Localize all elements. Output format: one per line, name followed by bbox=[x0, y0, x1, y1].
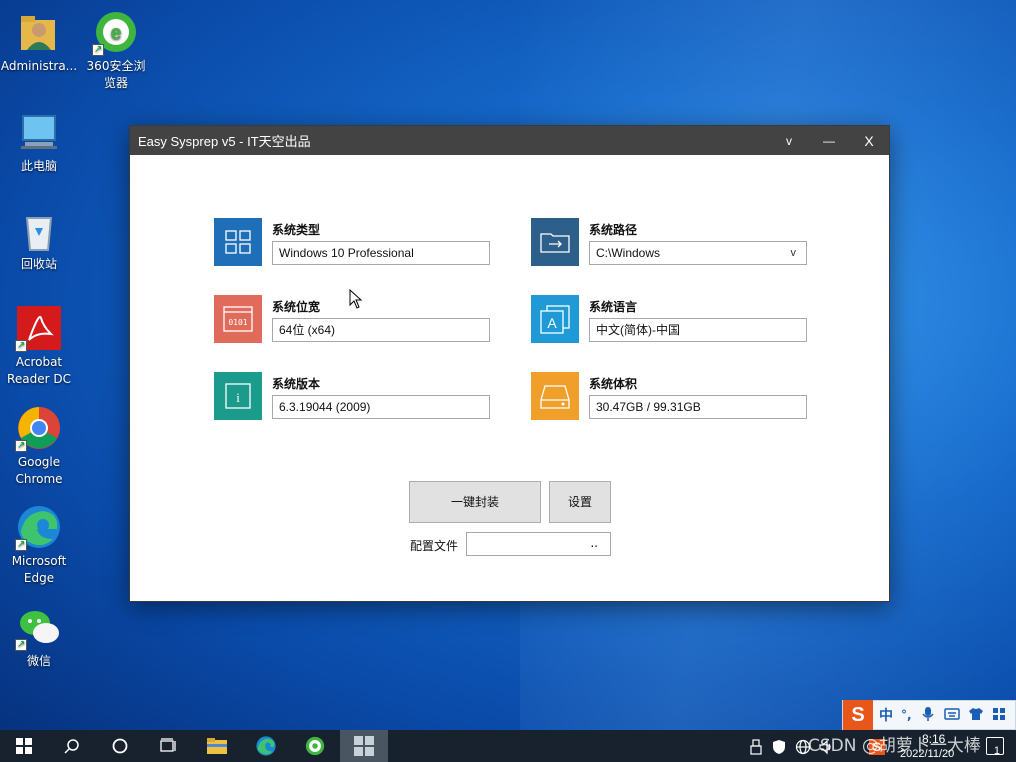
window-titlebar[interactable]: Easy Sysprep v5 - IT天空出品 v — X bbox=[130, 126, 889, 155]
shortcut-arrow-icon bbox=[15, 437, 27, 454]
desktop-icon-administrator[interactable]: Administra... bbox=[0, 8, 78, 75]
skin-shirt-icon[interactable] bbox=[968, 707, 984, 724]
svg-text:0101: 0101 bbox=[228, 318, 247, 327]
desktop-icon-label: Google Chrome bbox=[15, 455, 63, 486]
wechat-icon bbox=[15, 603, 63, 653]
taskbar-easy-sysprep[interactable] bbox=[340, 730, 388, 762]
sogou-logo-icon[interactable]: S bbox=[843, 700, 873, 730]
shortcut-arrow-icon bbox=[15, 536, 27, 553]
windows-logo-icon bbox=[16, 738, 32, 754]
microphone-icon[interactable] bbox=[921, 706, 934, 725]
cortana-circle-icon bbox=[112, 738, 128, 754]
easy-sysprep-window: Easy Sysprep v5 - IT天空出品 v — X 系统类型 Wind… bbox=[129, 125, 890, 602]
csdn-watermark: CSDN @胡萝卜一大棒 bbox=[808, 736, 981, 756]
desktop-icon-360-browser[interactable]: e 360安全浏览器 bbox=[77, 8, 155, 92]
360-browser-icon: e bbox=[92, 8, 140, 58]
desktop-icon-wechat[interactable]: 微信 bbox=[0, 603, 78, 670]
ime-toolbar[interactable]: S 中 °, bbox=[842, 700, 1016, 730]
browse-button[interactable]: .. bbox=[590, 536, 598, 550]
info-icon: i bbox=[214, 372, 262, 420]
desktop-icon-this-pc[interactable]: 此电脑 bbox=[0, 108, 78, 175]
system-version-field[interactable]: 6.3.19044 (2009) bbox=[272, 395, 490, 419]
system-bitness-label: 系统位宽 bbox=[272, 300, 321, 314]
notification-center-button[interactable]: 1 bbox=[986, 737, 1004, 757]
desktop-icon-label: 360安全浏览器 bbox=[86, 59, 146, 90]
desktop-icon-edge[interactable]: Microsoft Edge bbox=[0, 503, 78, 587]
computer-icon bbox=[15, 108, 63, 156]
tiles-icon bbox=[214, 218, 262, 266]
settings-button[interactable]: 设置 bbox=[549, 481, 611, 523]
minimize-button[interactable]: — bbox=[809, 134, 849, 148]
shortcut-arrow-icon bbox=[15, 636, 27, 653]
desktop-icon-recycle-bin[interactable]: 回收站 bbox=[0, 206, 78, 273]
keyboard-icon[interactable] bbox=[943, 707, 960, 723]
folder-arrow-icon bbox=[531, 218, 579, 266]
desktop-icon-label: 微信 bbox=[26, 654, 51, 668]
shortcut-arrow-icon bbox=[92, 41, 104, 58]
desktop-icon-label: Acrobat Reader DC bbox=[7, 355, 71, 386]
search-icon bbox=[64, 739, 79, 754]
system-path-label: 系统路径 bbox=[589, 223, 638, 237]
system-language-label: 系统语言 bbox=[589, 300, 638, 314]
360-browser-icon bbox=[305, 736, 325, 756]
disk-icon bbox=[531, 372, 579, 420]
system-size-label: 系统体积 bbox=[589, 377, 638, 391]
start-button[interactable] bbox=[0, 730, 48, 762]
svg-text:e: e bbox=[110, 22, 121, 44]
system-bitness-field[interactable]: 64位 (x64) bbox=[272, 318, 490, 342]
notification-count-badge: 1 bbox=[993, 745, 1000, 757]
ime-punctuation-toggle[interactable]: °, bbox=[901, 708, 912, 722]
taskbar-edge[interactable] bbox=[242, 730, 290, 762]
toolbox-grid-icon[interactable] bbox=[992, 707, 1006, 724]
system-language-field[interactable]: 中文(简体)-中国 bbox=[589, 318, 807, 342]
config-file-input[interactable]: .. bbox=[466, 532, 611, 556]
search-button[interactable] bbox=[48, 730, 96, 762]
close-button[interactable]: X bbox=[849, 133, 889, 149]
desktop-icon-label: 此电脑 bbox=[20, 159, 57, 173]
menu-dropdown-button[interactable]: v bbox=[769, 134, 809, 148]
svg-text:A: A bbox=[547, 315, 557, 331]
shortcut-arrow-icon bbox=[15, 337, 27, 354]
edge-icon bbox=[15, 503, 63, 553]
desktop-icon-label: Administra... bbox=[0, 59, 78, 73]
security-shield-icon[interactable] bbox=[772, 739, 786, 755]
recycle-bin-icon bbox=[15, 206, 63, 254]
task-view-icon bbox=[160, 738, 176, 752]
desktop-icon-label: Microsoft Edge bbox=[11, 554, 67, 585]
config-file-label: 配置文件 bbox=[410, 539, 459, 553]
acrobat-icon bbox=[15, 304, 63, 354]
desktop-icon-chrome[interactable]: Google Chrome bbox=[0, 404, 78, 488]
taskbar-360-browser[interactable] bbox=[291, 730, 339, 762]
edge-icon bbox=[256, 736, 276, 756]
chevron-down-icon[interactable]: v bbox=[791, 242, 797, 264]
system-size-field[interactable]: 30.47GB / 99.31GB bbox=[589, 395, 807, 419]
taskbar-file-explorer[interactable] bbox=[193, 730, 241, 762]
desktop-icon-acrobat[interactable]: Acrobat Reader DC bbox=[0, 304, 78, 388]
desktop-icon-label: 回收站 bbox=[20, 257, 57, 271]
language-icon: A bbox=[531, 295, 579, 343]
file-explorer-icon bbox=[207, 738, 227, 754]
system-version-label: 系统版本 bbox=[272, 377, 321, 391]
task-view-button[interactable] bbox=[144, 730, 192, 762]
usb-device-icon[interactable] bbox=[750, 739, 762, 755]
system-path-value: C:\Windows bbox=[596, 246, 661, 260]
easy-sysprep-icon bbox=[354, 736, 374, 756]
one-click-seal-button[interactable]: 一键封装 bbox=[409, 481, 541, 523]
user-folder-icon bbox=[15, 8, 63, 56]
mouse-cursor-icon bbox=[349, 289, 363, 309]
svg-text:i: i bbox=[236, 390, 240, 405]
system-path-dropdown[interactable]: C:\Windows v bbox=[589, 241, 807, 265]
binary-window-icon: 0101 bbox=[214, 295, 262, 343]
system-type-label: 系统类型 bbox=[272, 223, 321, 237]
ime-mode-toggle[interactable]: 中 bbox=[879, 705, 893, 725]
chrome-icon bbox=[15, 404, 63, 454]
system-type-field[interactable]: Windows 10 Professional bbox=[272, 241, 490, 265]
window-title: Easy Sysprep v5 - IT天空出品 bbox=[138, 134, 311, 149]
cortana-button[interactable] bbox=[96, 730, 144, 762]
